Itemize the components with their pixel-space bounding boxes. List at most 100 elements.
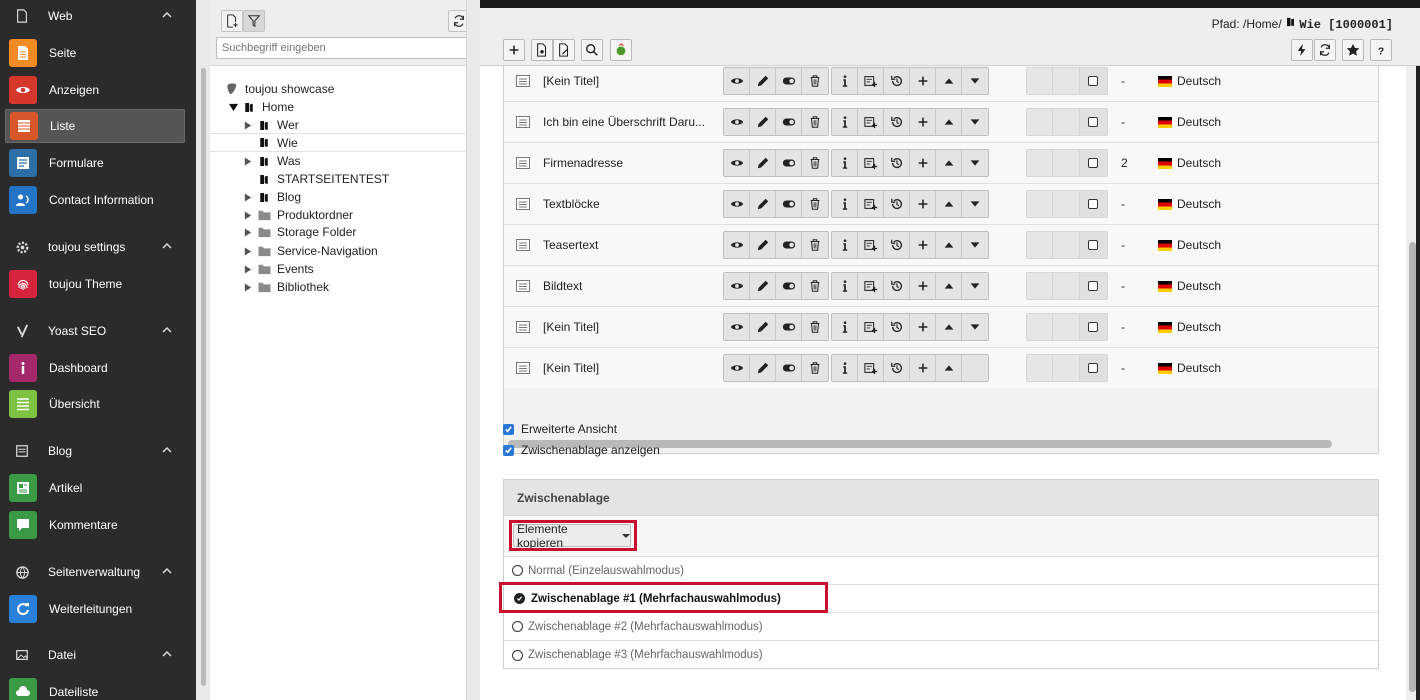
module-item-contact-information[interactable]: Contact Information — [5, 183, 185, 217]
filter-button[interactable] — [243, 10, 265, 32]
move-up-button[interactable] — [936, 314, 962, 340]
edit-page-button[interactable] — [553, 39, 575, 61]
info-button[interactable] — [832, 355, 858, 381]
record-select-checkbox[interactable] — [1079, 68, 1107, 94]
tree-node-was[interactable]: Was — [243, 152, 499, 170]
toggle-visibility-button[interactable] — [776, 273, 802, 299]
collapse-triangle-icon[interactable] — [228, 102, 238, 112]
module-item-dashboard[interactable]: Dashboard — [5, 351, 185, 385]
record-select-checkbox[interactable] — [1079, 109, 1107, 135]
edit-button[interactable] — [750, 191, 776, 217]
reload-button[interactable] — [1314, 39, 1336, 61]
tree-search-input[interactable] — [216, 37, 477, 59]
new-after-button[interactable] — [858, 150, 884, 176]
record-select-checkbox[interactable] — [1079, 150, 1107, 176]
module-item-toujou-theme[interactable]: toujou Theme — [5, 267, 185, 301]
delete-button[interactable] — [802, 150, 828, 176]
history-button[interactable] — [884, 191, 910, 217]
module-group-toujou-settings[interactable]: toujou settings — [0, 235, 196, 259]
delete-button[interactable] — [802, 232, 828, 258]
new-after-button[interactable] — [858, 68, 884, 94]
expand-triangle-icon[interactable] — [243, 156, 253, 166]
expand-triangle-icon[interactable] — [243, 120, 253, 130]
tree-node-wer[interactable]: Wer — [243, 116, 499, 134]
delete-button[interactable] — [802, 355, 828, 381]
move-up-button[interactable] — [936, 150, 962, 176]
record-title[interactable]: Textblöcke — [543, 197, 600, 211]
table-row[interactable]: [Kein Titel] - Deutsch — [504, 66, 1378, 101]
record-title[interactable]: [Kein Titel] — [543, 320, 599, 334]
move-down-button[interactable] — [962, 68, 988, 94]
plus-button[interactable] — [910, 109, 936, 135]
view-button[interactable] — [724, 314, 750, 340]
record-select-checkbox[interactable] — [1079, 314, 1107, 340]
table-row[interactable]: Bildtext - Deutsch — [504, 265, 1378, 306]
plus-button[interactable] — [910, 314, 936, 340]
info-button[interactable] — [832, 273, 858, 299]
edit-button[interactable] — [750, 355, 776, 381]
expand-triangle-icon[interactable] — [243, 282, 253, 292]
plus-button[interactable] — [910, 232, 936, 258]
move-down-button[interactable] — [962, 232, 988, 258]
show-clipboard-checkbox[interactable]: Zwischenablage anzeigen — [503, 443, 660, 457]
extended-view-checkbox[interactable]: Erweiterte Ansicht — [503, 422, 617, 436]
toggle-visibility-button[interactable] — [776, 232, 802, 258]
table-row[interactable]: Teasertext - Deutsch — [504, 224, 1378, 265]
clear-cache-button[interactable] — [1291, 39, 1313, 61]
tree-node-home[interactable]: Home — [228, 98, 484, 116]
plus-button[interactable] — [910, 150, 936, 176]
plus-button[interactable] — [910, 191, 936, 217]
move-down-button[interactable] — [962, 150, 988, 176]
expand-triangle-icon[interactable] — [243, 246, 253, 256]
info-button[interactable] — [832, 314, 858, 340]
clipboard-mode-3[interactable]: Zwischenablage #3 (Mehrfachauswahlmodus) — [504, 641, 1378, 669]
plus-button[interactable] — [910, 68, 936, 94]
tree-node-storage-folder[interactable]: Storage Folder — [243, 223, 499, 241]
toggle-visibility-button[interactable] — [776, 314, 802, 340]
tree-node-bibliothek[interactable]: Bibliothek — [243, 278, 499, 296]
move-up-button[interactable] — [936, 355, 962, 381]
record-title[interactable]: Firmenadresse — [543, 156, 623, 170]
new-after-button[interactable] — [858, 109, 884, 135]
help-button[interactable]: ? — [1370, 39, 1392, 61]
view-button[interactable] — [724, 273, 750, 299]
delete-button[interactable] — [802, 273, 828, 299]
toggle-visibility-button[interactable] — [776, 150, 802, 176]
view-button[interactable] — [724, 191, 750, 217]
edit-button[interactable] — [750, 273, 776, 299]
tree-root[interactable]: toujou showcase — [224, 80, 480, 98]
export-button[interactable] — [610, 39, 632, 61]
record-title[interactable]: Teasertext — [543, 238, 598, 252]
new-after-button[interactable] — [858, 273, 884, 299]
move-up-button[interactable] — [936, 68, 962, 94]
table-row[interactable]: Firmenadresse 2 Deutsch — [504, 142, 1378, 183]
history-button[interactable] — [884, 355, 910, 381]
edit-button[interactable] — [750, 68, 776, 94]
scrollbar-thumb[interactable] — [1409, 242, 1416, 692]
edit-button[interactable] — [750, 109, 776, 135]
checkbox-checked-icon[interactable] — [503, 444, 514, 456]
new-after-button[interactable] — [858, 314, 884, 340]
info-button[interactable] — [832, 150, 858, 176]
view-button[interactable] — [724, 355, 750, 381]
module-item-weiterleitungen[interactable]: Weiterleitungen — [5, 592, 185, 626]
move-down-button[interactable] — [962, 109, 988, 135]
plus-button[interactable] — [910, 273, 936, 299]
expand-triangle-icon[interactable] — [243, 210, 253, 220]
edit-button[interactable] — [750, 150, 776, 176]
module-group-datei[interactable]: Datei — [0, 643, 196, 667]
delete-button[interactable] — [802, 109, 828, 135]
module-item-seite[interactable]: Seite — [5, 36, 185, 70]
table-row[interactable]: Ich bin eine Überschrift Daru... - Deutsch — [504, 101, 1378, 142]
history-button[interactable] — [884, 273, 910, 299]
module-item-artikel[interactable]: Artikel — [5, 471, 185, 505]
new-after-button[interactable] — [858, 355, 884, 381]
info-button[interactable] — [832, 191, 858, 217]
record-title[interactable]: Ich bin eine Überschrift Daru... — [543, 115, 705, 129]
delete-button[interactable] — [802, 314, 828, 340]
search-button[interactable] — [581, 39, 603, 61]
tree-resize-handle[interactable] — [466, 0, 480, 700]
move-down-button[interactable] — [962, 273, 988, 299]
clipboard-mode-normal[interactable]: Normal (Einzelauswahlmodus) — [504, 557, 1378, 585]
record-select-checkbox[interactable] — [1079, 355, 1107, 381]
